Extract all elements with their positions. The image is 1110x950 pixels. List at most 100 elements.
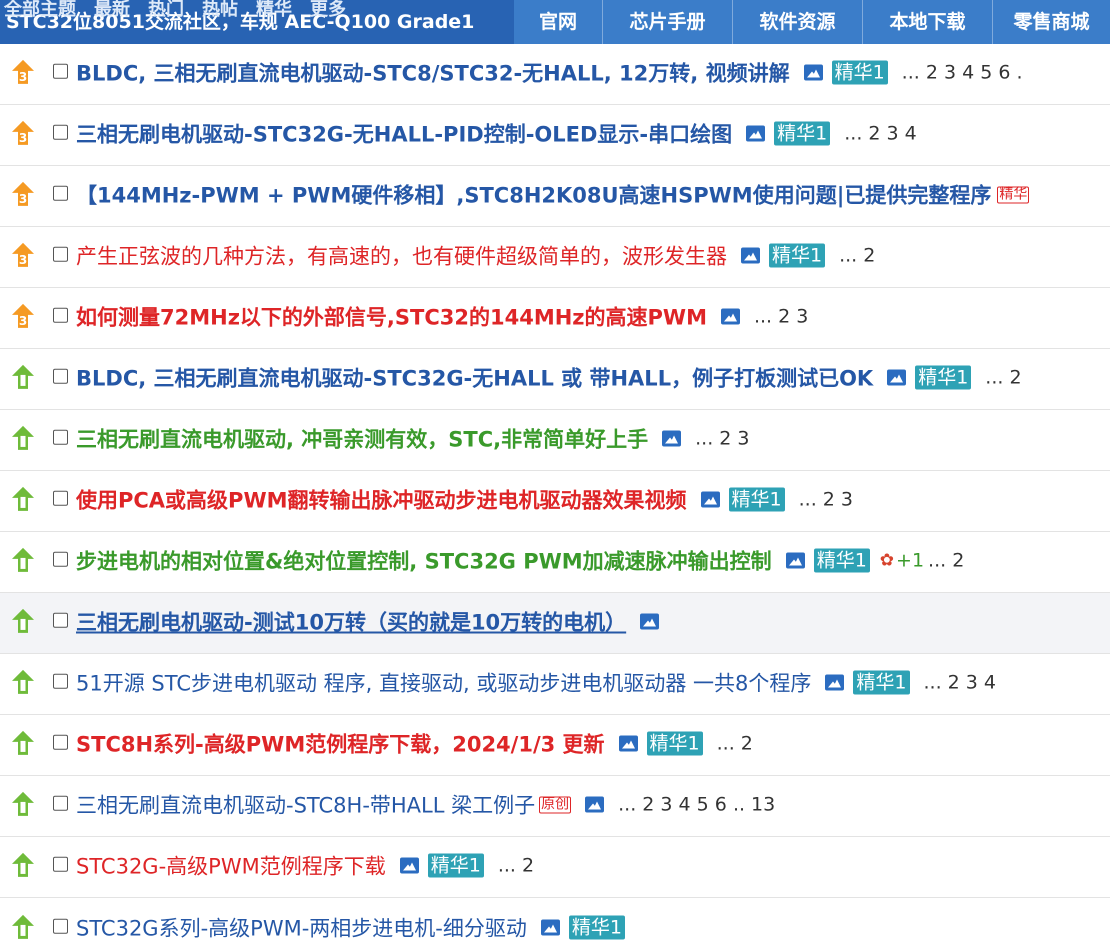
page-links[interactable]: ... 2 — [928, 550, 964, 572]
thread-title-link[interactable]: STC32G-高级PWM范例程序下载 — [76, 851, 386, 881]
sub-tab[interactable]: 热帖 — [202, 0, 238, 20]
page-links[interactable]: ... 2 3 4 — [844, 123, 917, 145]
thread-row[interactable]: 使用PCA或高级PWM翻转输出脉冲驱动步进电机驱动器效果视频 精华1 ... 2 3 — [0, 471, 1110, 532]
page-links[interactable]: ... 2 — [839, 245, 875, 267]
select-checkbox[interactable] — [53, 490, 68, 506]
thread-title-link[interactable]: 三相无刷电机驱动-测试10万转（买的就是10万转的电机） — [76, 607, 626, 637]
thread-title-link[interactable]: STC8H系列-高级PWM范例程序下载，2024/1/3 更新 — [76, 729, 605, 759]
thread-row[interactable]: 3 如何测量72MHz以下的外部信号,STC32的144MHz的高速PWM ... … — [0, 288, 1110, 349]
select-checkbox[interactable] — [53, 307, 68, 323]
sub-tab[interactable]: 精华 — [256, 0, 292, 20]
thread-title-link[interactable]: BLDC, 三相无刷直流电机驱动-STC32G-无HALL 或 带HALL，例子… — [76, 363, 873, 393]
digest-badge: 精华1 — [427, 853, 484, 878]
thread-row[interactable]: 三相无刷电机驱动-测试10万转（买的就是10万转的电机） — [0, 593, 1110, 654]
thread-title-link[interactable]: 51开源 STC步进电机驱动 程序, 直接驱动, 或驱动步进电机驱动器 一共8个… — [76, 668, 811, 698]
page-links[interactable]: ... 2 3 — [695, 428, 749, 450]
up-arrow-icon — [10, 486, 36, 512]
page-links[interactable]: ... 2 3 4 5 6 . — [902, 62, 1023, 84]
nav-retail-store[interactable]: 零售商城 — [992, 0, 1110, 44]
select-checkbox[interactable] — [53, 795, 68, 811]
select-checkbox[interactable] — [53, 856, 68, 872]
select-checkbox[interactable] — [53, 246, 68, 262]
thread-title-link[interactable]: 产生正弦波的几种方法，有高速的，也有硬件超级简单的，波形发生器 — [76, 241, 727, 271]
sub-tab[interactable]: 最新 — [94, 0, 130, 20]
thread-row[interactable]: BLDC, 三相无刷直流电机驱动-STC32G-无HALL 或 带HALL，例子… — [0, 349, 1110, 410]
thread-title-link[interactable]: BLDC, 三相无刷直流电机驱动-STC8/STC32-无HALL, 12万转,… — [76, 58, 790, 88]
up-arrow-icon — [10, 913, 36, 939]
image-attachment-icon — [585, 796, 605, 813]
page-links[interactable]: ... 2 — [985, 367, 1021, 389]
digest-badge: 精华1 — [646, 731, 703, 756]
thread-title-link[interactable]: 【144MHz-PWM + PWM硬件移相】,STC8H2K08U高速HSPWM… — [76, 180, 991, 210]
select-checkbox[interactable] — [53, 734, 68, 750]
flower-icon: ✿ — [879, 550, 895, 571]
thread-title-link[interactable]: 三相无刷直流电机驱动, 冲哥亲测有效，STC,非常简单好上手 — [76, 424, 648, 454]
site-title[interactable]: 全部主题 最新 热门 热帖 精华 更多 STC32位8051交流社区，车规 AE… — [0, 0, 514, 44]
thread-title-link[interactable]: 如何测量72MHz以下的外部信号,STC32的144MHz的高速PWM — [76, 302, 707, 332]
image-attachment-icon — [662, 430, 682, 447]
page-links[interactable]: ... 2 3 4 5 6 .. 13 — [618, 794, 775, 816]
thread-title-link[interactable]: 三相无刷直流电机驱动-STC8H-带HALL 梁工例子 — [76, 790, 535, 820]
select-checkbox[interactable] — [53, 185, 68, 201]
thread-title-group: 【144MHz-PWM + PWM硬件移相】,STC8H2K08U高速HSPWM… — [76, 180, 1030, 210]
thread-title-group: 三相无刷直流电机驱动-STC8H-带HALL 梁工例子 原创 ... 2 3 4 5… — [76, 790, 775, 820]
thread-row[interactable]: 51开源 STC步进电机驱动 程序, 直接驱动, 或驱动步进电机驱动器 一共8个… — [0, 654, 1110, 715]
select-checkbox[interactable] — [53, 918, 68, 934]
up-arrow-icon — [10, 547, 36, 573]
select-checkbox[interactable] — [53, 673, 68, 689]
thread-row[interactable]: STC8H系列-高级PWM范例程序下载，2024/1/3 更新 精华1 ... 2 — [0, 715, 1110, 776]
thread-title-group: 三相无刷直流电机驱动, 冲哥亲测有效，STC,非常简单好上手 ... 2 3 — [76, 424, 750, 454]
thread-title-link[interactable]: STC32G系列-高级PWM-两相步进电机-细分驱动 — [76, 912, 527, 942]
thread-title-group: 51开源 STC步进电机驱动 程序, 直接驱动, 或驱动步进电机驱动器 一共8个… — [76, 668, 996, 698]
sub-tab[interactable]: 全部主题 — [4, 0, 76, 20]
page-links[interactable]: ... 2 3 — [754, 306, 808, 328]
nav-software[interactable]: 软件资源 — [732, 0, 862, 44]
select-checkbox[interactable] — [53, 124, 68, 140]
thread-title-link[interactable]: 三相无刷电机驱动-STC32G-无HALL-PID控制-OLED显示-串口绘图 — [76, 119, 732, 149]
thread-row[interactable]: 3 BLDC, 三相无刷直流电机驱动-STC8/STC32-无HALL, 12万转… — [0, 44, 1110, 105]
page-links[interactable]: ... 2 3 — [799, 489, 853, 511]
page-links[interactable]: ... 2 — [717, 733, 753, 755]
thread-title-group: 步进电机的相对位置&绝对位置控制, STC32G PWM加减速脉冲输出控制 精华1… — [76, 546, 964, 576]
thread-row[interactable]: 3 三相无刷电机驱动-STC32G-无HALL-PID控制-OLED显示-串口绘图… — [0, 105, 1110, 166]
thread-row[interactable]: STC32G-高级PWM范例程序下载 精华1 ... 2 — [0, 837, 1110, 898]
thread-row[interactable]: 3 【144MHz-PWM + PWM硬件移相】,STC8H2K08U高速HSPW… — [0, 166, 1110, 227]
thread-row[interactable]: 三相无刷直流电机驱动-STC8H-带HALL 梁工例子 原创 ... 2 3 4 5… — [0, 776, 1110, 837]
image-attachment-icon — [746, 125, 766, 142]
thread-title-link[interactable]: 使用PCA或高级PWM翻转输出脉冲驱动步进电机驱动器效果视频 — [76, 485, 687, 515]
digest-badge: 精华1 — [853, 670, 910, 695]
sub-tab[interactable]: 更多 — [310, 0, 346, 20]
nav-official-site[interactable]: 官网 — [514, 0, 602, 44]
thread-title-link[interactable]: 步进电机的相对位置&绝对位置控制, STC32G PWM加减速脉冲输出控制 — [76, 546, 772, 576]
thread-row[interactable]: STC32G系列-高级PWM-两相步进电机-细分驱动 精华1 — [0, 898, 1110, 950]
flower-count: +1 — [896, 549, 925, 572]
thread-title-group: 三相无刷电机驱动-测试10万转（买的就是10万转的电机） — [76, 607, 660, 637]
nav-local-download[interactable]: 本地下载 — [862, 0, 992, 44]
thread-title-group: BLDC, 三相无刷直流电机驱动-STC32G-无HALL 或 带HALL，例子… — [76, 363, 1022, 393]
thread-title-group: STC32G-高级PWM范例程序下载 精华1 ... 2 — [76, 851, 534, 881]
select-checkbox[interactable] — [53, 612, 68, 628]
up-arrow-icon — [10, 608, 36, 634]
svg-text:3: 3 — [19, 314, 27, 328]
thread-row[interactable]: 3 产生正弦波的几种方法，有高速的，也有硬件超级简单的，波形发生器 精华1 ... 2 — [0, 227, 1110, 288]
thread-row[interactable]: 步进电机的相对位置&绝对位置控制, STC32G PWM加减速脉冲输出控制 精华1… — [0, 532, 1110, 593]
select-checkbox[interactable] — [53, 368, 68, 384]
up-arrow-icon — [10, 852, 36, 878]
page-links[interactable]: ... 2 — [498, 855, 534, 877]
select-checkbox[interactable] — [53, 63, 68, 79]
up-arrow-icon — [10, 364, 36, 390]
pin-3-icon: 3 — [10, 120, 36, 146]
page-links[interactable]: ... 2 3 4 — [924, 672, 997, 694]
thread-title-group: 如何测量72MHz以下的外部信号,STC32的144MHz的高速PWM ... 2… — [76, 302, 808, 332]
sub-tab[interactable]: 热门 — [148, 0, 184, 20]
nav-chip-manual[interactable]: 芯片手册 — [602, 0, 732, 44]
thread-title-group: STC32G系列-高级PWM-两相步进电机-细分驱动 精华1 — [76, 912, 625, 942]
pin-3-icon: 3 — [10, 181, 36, 207]
site-title-text: STC32位8051交流社区，车规 AEC-Q100 Grade1 — [6, 11, 475, 33]
top-nav-bar: 全部主题 最新 热门 热帖 精华 更多 STC32位8051交流社区，车规 AE… — [0, 0, 1110, 44]
select-checkbox[interactable] — [53, 551, 68, 567]
image-attachment-icon — [785, 552, 805, 569]
image-attachment-icon — [700, 491, 720, 508]
select-checkbox[interactable] — [53, 429, 68, 445]
thread-row[interactable]: 三相无刷直流电机驱动, 冲哥亲测有效，STC,非常简单好上手 ... 2 3 — [0, 410, 1110, 471]
